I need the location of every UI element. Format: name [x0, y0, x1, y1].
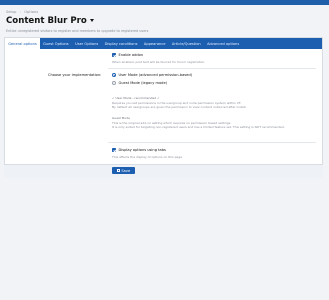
user-mode-option[interactable]: User Mode (advanced permission-based) [112, 73, 192, 77]
user-mode-label: User Mode (advanced permission-based) [118, 73, 193, 77]
guest-mode-label: Guest Mode (legacy mode) [118, 81, 168, 85]
save-button[interactable]: Save [112, 167, 135, 174]
tab-display-conditions[interactable]: Display conditions [101, 38, 140, 49]
guest-mode-heading: Guest Mode [112, 116, 130, 120]
enable-addon-checkbox[interactable] [112, 53, 116, 57]
user-mode-radio[interactable] [112, 73, 116, 77]
page-title[interactable]: Content Blur Pro [6, 16, 94, 26]
chevron-down-icon[interactable] [89, 18, 94, 22]
page-title-text: Content Blur Pro [6, 16, 87, 26]
guest-mode-radio[interactable] [112, 81, 116, 85]
divider [108, 68, 316, 69]
enable-addon-hint: When enabled, post text will be blurred … [112, 60, 205, 64]
tab-appearance[interactable]: Appearance [141, 38, 169, 49]
tab-article-question[interactable]: Article/Question [169, 38, 204, 49]
divider [108, 142, 316, 143]
page-description: Entice unregistered visitors to register… [6, 29, 149, 33]
display-tabs-label: Display options using tabs [118, 148, 166, 152]
form-footer [4, 164, 323, 178]
enable-addon-label: Enable addon [118, 53, 144, 57]
save-icon [116, 169, 120, 172]
breadcrumb-item-options[interactable]: Options [24, 10, 38, 14]
breadcrumb: Setup › Options [6, 10, 38, 14]
tab-general-options[interactable]: General options [5, 38, 40, 49]
user-mode-desc-2: By default all usergroups are given the … [112, 105, 247, 109]
guest-mode-option[interactable]: Guest Mode (legacy mode) [112, 81, 167, 85]
tab-guest-options[interactable]: Guest Options [40, 38, 72, 49]
breadcrumb-item-setup[interactable]: Setup [6, 10, 16, 14]
user-mode-heading: ✓ User Mode - recommended ✓ [112, 96, 160, 100]
save-button-label: Save [121, 168, 131, 173]
breadcrumb-separator: › [19, 10, 22, 14]
display-tabs-hint: This affects the display of options on t… [112, 155, 183, 159]
guest-mode-desc-2: It is only suited for targeting non-regi… [112, 125, 285, 129]
implementation-label: Choose your implementation: [48, 73, 102, 77]
enable-addon-option[interactable]: Enable addon [112, 53, 143, 57]
display-tabs-checkbox[interactable] [112, 148, 116, 152]
tab-bar: General options Guest Options User Optio… [5, 38, 322, 49]
tab-advanced-options[interactable]: Advanced options [204, 38, 243, 49]
display-tabs-option[interactable]: Display options using tabs [112, 148, 166, 152]
tab-user-options[interactable]: User Options [72, 38, 102, 49]
top-navigation-bar [0, 0, 329, 5]
